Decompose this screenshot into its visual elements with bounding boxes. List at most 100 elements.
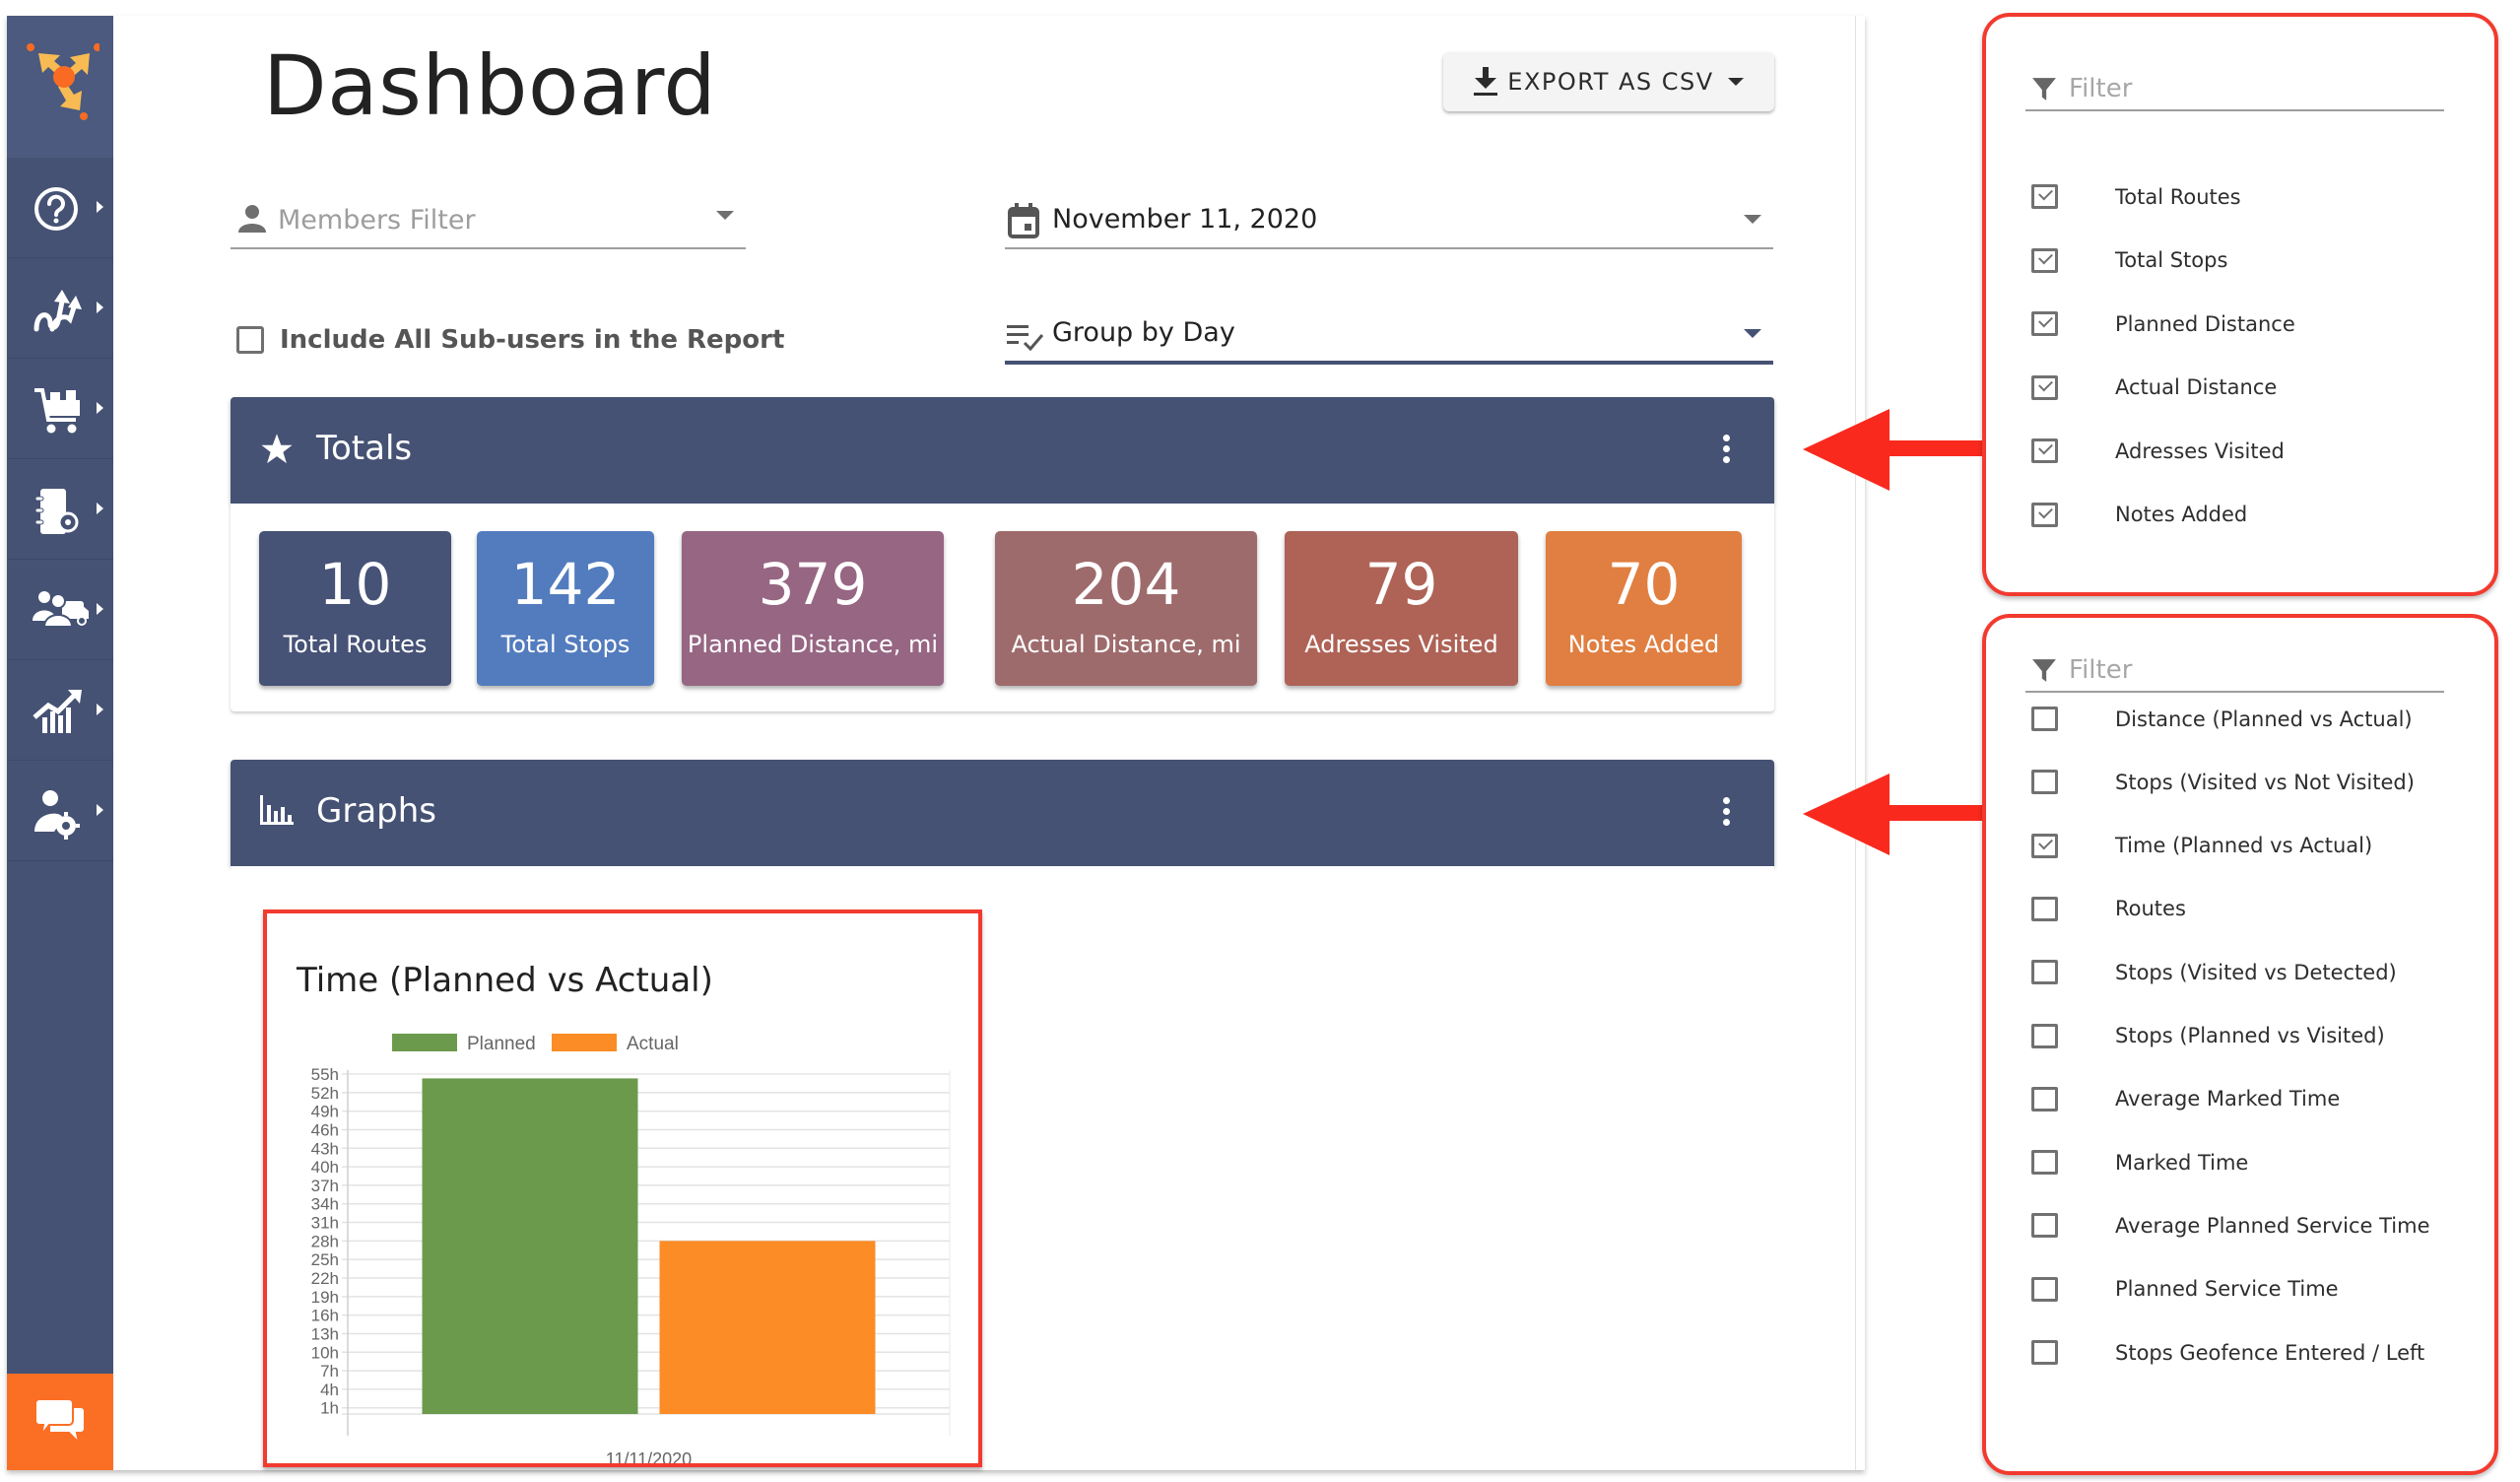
legend-label: Planned [467, 1034, 536, 1054]
filter-option[interactable]: Adresses Visited [2031, 438, 2285, 463]
checkbox-checked-icon[interactable] [2031, 247, 2058, 273]
y-tick-label: 1h [320, 1399, 339, 1418]
filter-option[interactable]: Actual Distance [2031, 374, 2278, 400]
team-vehicle-icon [33, 591, 89, 628]
more-vert-icon[interactable] [1723, 797, 1731, 827]
y-tick-label: 25h [311, 1250, 339, 1269]
total-card[interactable]: 10 Total Routes [259, 531, 451, 686]
filter-option-label: Planned Distance [2115, 311, 2295, 336]
sidebar-item-analytics[interactable] [7, 660, 113, 761]
checkbox-checked-icon[interactable] [2031, 502, 2058, 527]
x-tick-label: 11/11/2020 [606, 1449, 692, 1463]
total-card[interactable]: 379 Planned Distance, mi [682, 531, 944, 686]
totals-filter-input[interactable]: Filter [2025, 66, 2444, 111]
members-filter-select[interactable]: Members Filter [231, 191, 746, 249]
filter-option[interactable]: Notes Added [2031, 502, 2248, 527]
checkbox-icon[interactable] [2031, 1213, 2058, 1239]
filter-icon [2032, 78, 2056, 101]
checkbox-icon[interactable] [236, 326, 264, 354]
y-tick-label: 10h [311, 1343, 339, 1362]
checkbox-icon[interactable] [2031, 960, 2058, 985]
sidebar-item-routes[interactable] [7, 258, 113, 359]
total-card[interactable]: 70 Notes Added [1546, 531, 1742, 686]
date-picker[interactable]: November 11, 2020 [1005, 193, 1773, 249]
include-subusers-checkbox[interactable]: Include All Sub-users in the Report [236, 325, 784, 355]
chat-button[interactable] [7, 1374, 113, 1470]
filter-option[interactable]: Planned Distance [2031, 311, 2295, 336]
checkbox-checked-icon[interactable] [2031, 438, 2058, 463]
graphs-panel-header: Graphs [231, 760, 1774, 866]
checkbox-icon[interactable] [2031, 896, 2058, 921]
submenu-caret-icon [97, 503, 103, 514]
filter-option[interactable]: Marked Time [2031, 1150, 2248, 1176]
checkbox-checked-icon[interactable] [2031, 833, 2058, 858]
sidebar-item-help[interactable] [7, 158, 113, 258]
filter-icon [2032, 659, 2056, 682]
total-card[interactable]: 204 Actual Distance, mi [995, 531, 1257, 686]
filter-option[interactable]: Stops Geofence Entered / Left [2031, 1340, 2424, 1365]
dropdown-arrow-icon [1744, 215, 1761, 224]
filter-placeholder: Filter [2069, 655, 2133, 685]
checkbox-icon[interactable] [2031, 1276, 2058, 1302]
address-book-icon [34, 489, 79, 534]
total-card[interactable]: 79 Adresses Visited [1285, 531, 1518, 686]
filter-option[interactable]: Average Planned Service Time [2031, 1213, 2430, 1239]
route4me-logo-icon [27, 43, 99, 120]
total-card-value: 379 [758, 551, 868, 618]
checkbox-checked-icon[interactable] [2031, 184, 2058, 209]
filter-option-label: Adresses Visited [2115, 438, 2285, 463]
more-vert-icon[interactable] [1723, 435, 1731, 464]
total-card-value: 70 [1607, 551, 1681, 618]
filter-underline [2025, 109, 2444, 111]
checkbox-icon[interactable] [2031, 770, 2058, 795]
graphs-filter-input[interactable]: Filter [2025, 647, 2444, 693]
export-csv-button[interactable]: EXPORT AS CSV [1443, 52, 1774, 111]
filter-option-label: Average Marked Time [2115, 1087, 2341, 1112]
totals-panel-header: Totals [231, 397, 1774, 504]
page-title: Dashboard [263, 37, 717, 134]
filter-option[interactable]: Distance (Planned vs Actual) [2031, 707, 2413, 731]
group-by-select[interactable]: Group by Day [1005, 307, 1773, 365]
filter-option[interactable]: Planned Service Time [2031, 1276, 2339, 1302]
checkbox-icon[interactable] [2031, 1086, 2058, 1112]
bar-chart-icon [260, 795, 294, 825]
checkbox-checked-icon[interactable] [2031, 374, 2058, 400]
time-chart-card: Time (Planned vs Actual) 55h 52h 49h 46h 43h… [263, 909, 982, 1467]
total-card-value: 79 [1364, 551, 1438, 618]
checkbox-checked-icon[interactable] [2031, 311, 2058, 336]
sidebar-item-orders[interactable] [7, 359, 113, 459]
checkbox-icon[interactable] [2031, 1150, 2058, 1176]
analytics-icon [33, 690, 82, 733]
filter-option-label: Stops Geofence Entered / Left [2115, 1340, 2425, 1365]
y-tick-label: 28h [311, 1232, 339, 1250]
logo[interactable] [7, 16, 113, 158]
cart-icon [34, 388, 80, 434]
total-card-label: Actual Distance, mi [1011, 631, 1241, 658]
app-window: Dashboard EXPORT AS CSV Members Filter N… [7, 16, 1865, 1470]
members-filter-underline [231, 247, 746, 249]
filter-option[interactable]: Total Routes [2031, 184, 2241, 209]
filter-option[interactable]: Stops (Planned vs Visited) [2031, 1023, 2385, 1048]
sidebar-item-user-settings[interactable] [7, 761, 113, 861]
group-by-value: Group by Day [1052, 317, 1235, 348]
filter-option[interactable]: Total Stops [2031, 247, 2227, 273]
filter-option[interactable]: Stops (Visited vs Detected) [2031, 960, 2397, 985]
filter-option[interactable]: Time (Planned vs Actual) [2031, 833, 2373, 858]
filter-option-label: Actual Distance [2115, 375, 2278, 399]
checkbox-icon[interactable] [2031, 707, 2058, 731]
star-icon [261, 434, 293, 464]
routes-icon [33, 290, 82, 332]
y-tick-label: 22h [311, 1269, 339, 1288]
filter-option[interactable]: Stops (Visited vs Not Visited) [2031, 770, 2415, 795]
y-tick-label: 46h [311, 1120, 339, 1139]
filter-option-label: Average Planned Service Time [2115, 1213, 2430, 1238]
filter-option[interactable]: Routes [2031, 896, 2186, 921]
filter-option-label: Time (Planned vs Actual) [2115, 834, 2373, 858]
total-card[interactable]: 142 Total Stops [477, 531, 654, 686]
checkbox-icon[interactable] [2031, 1340, 2058, 1365]
filter-option-label: Notes Added [2115, 503, 2248, 526]
checkbox-icon[interactable] [2031, 1023, 2058, 1048]
filter-option[interactable]: Average Marked Time [2031, 1086, 2341, 1112]
sidebar-item-address-book[interactable] [7, 459, 113, 560]
sidebar-item-team[interactable] [7, 560, 113, 660]
